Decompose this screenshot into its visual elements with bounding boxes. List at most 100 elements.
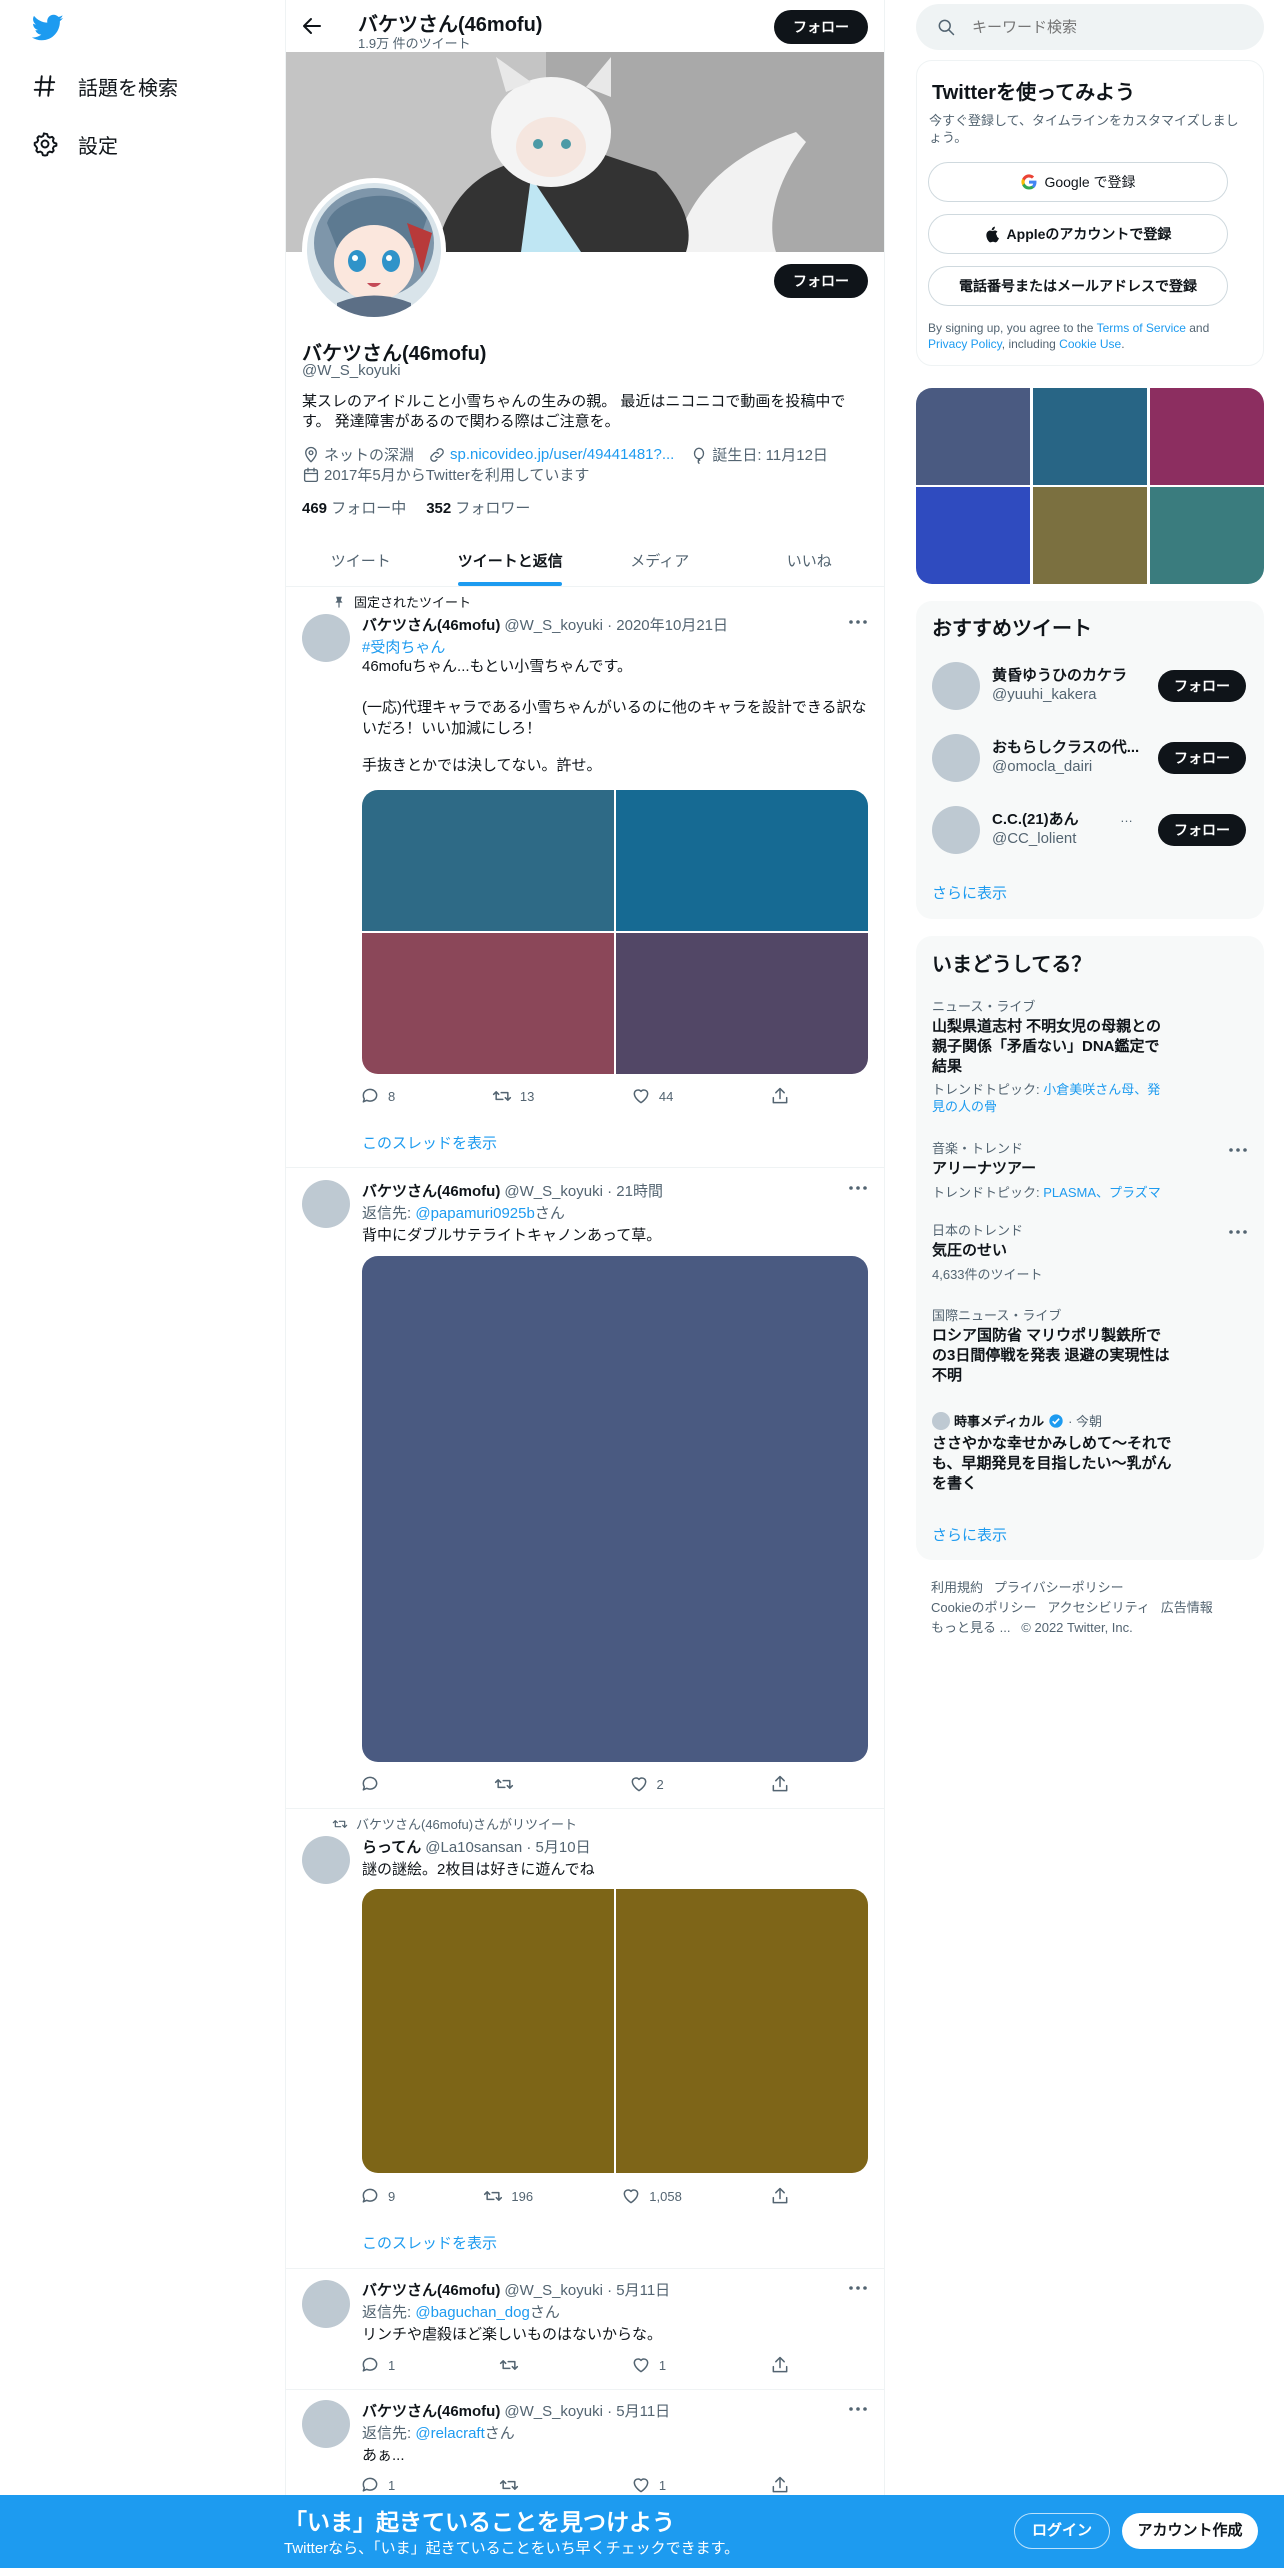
retweet-button[interactable] bbox=[499, 2355, 527, 2375]
profile-avatar[interactable] bbox=[302, 178, 446, 322]
profile-follow-button[interactable]: フォロー bbox=[774, 264, 868, 298]
like-button[interactable]: 1 bbox=[631, 2475, 666, 2495]
followers-link[interactable]: 352 フォロワー bbox=[426, 497, 530, 518]
avatar[interactable] bbox=[932, 734, 980, 782]
tweet-meta[interactable]: @W_S_koyuki · 21時間 bbox=[504, 1180, 663, 1201]
privacy-link[interactable]: Privacy Policy bbox=[928, 337, 1002, 351]
retweet-context-label[interactable]: バケツさん(46mofu)さんがリツイート bbox=[356, 1814, 577, 1833]
trend-item[interactable]: 音楽・トレンド アリーナツアー トレンドトピック: PLASMA、プラズマ bbox=[932, 1138, 1232, 1201]
share-button[interactable] bbox=[770, 1774, 790, 1794]
media-thumbnail[interactable] bbox=[1150, 388, 1264, 485]
tweet-meta[interactable]: @W_S_koyuki · 5月11日 bbox=[504, 2400, 670, 2421]
following-link[interactable]: 469 フォロー中 bbox=[302, 497, 406, 518]
profile-link[interactable]: sp.nicovideo.jp/user/49441481?... bbox=[450, 446, 674, 463]
apple-signup-button[interactable]: Appleのアカウントで登録 bbox=[928, 214, 1228, 254]
share-button[interactable] bbox=[770, 1086, 790, 1106]
tweet-avatar[interactable] bbox=[302, 2400, 350, 2448]
tab-media[interactable]: メディア bbox=[585, 534, 735, 586]
retweet-button[interactable] bbox=[499, 2475, 527, 2495]
search-box[interactable] bbox=[916, 4, 1264, 50]
tweet-author[interactable]: らってん bbox=[362, 1836, 421, 1857]
tweet-avatar[interactable] bbox=[302, 2280, 350, 2328]
login-button[interactable]: ログイン bbox=[1014, 2513, 1110, 2549]
reply-button[interactable] bbox=[360, 1774, 388, 1794]
trend-item[interactable]: 日本のトレンド 気圧のせい 4,633件のツイート bbox=[932, 1220, 1232, 1283]
reply-button[interactable]: 9 bbox=[360, 2186, 395, 2206]
footer-link[interactable]: 広告情報 bbox=[1161, 1600, 1213, 1615]
media-thumbnail[interactable] bbox=[916, 388, 1030, 485]
recommended-user[interactable]: C.C.(21)あん … @CC_lolient フォロー bbox=[932, 804, 1252, 856]
show-thread-link[interactable]: このスレッドを表示 bbox=[362, 2232, 497, 2253]
tweet-media-image[interactable] bbox=[362, 1256, 868, 1762]
footer-link[interactable]: プライバシーポリシー bbox=[994, 1580, 1124, 1595]
tweet-media-grid[interactable] bbox=[362, 1256, 868, 1762]
tweet-author[interactable]: バケツさん(46mofu) bbox=[362, 2279, 500, 2300]
like-button[interactable]: 1 bbox=[631, 2355, 666, 2375]
tweet-meta[interactable]: @W_S_koyuki · 2020年10月21日 bbox=[504, 614, 728, 635]
like-button[interactable]: 1,058 bbox=[621, 2186, 682, 2206]
tab-tweets[interactable]: ツイート bbox=[286, 534, 436, 586]
retweet-button[interactable]: 196 bbox=[483, 2186, 533, 2206]
reply-button[interactable]: 1 bbox=[360, 2355, 395, 2375]
trend-item[interactable]: 国際ニュース・ライブ ロシア国防省 マリウポリ製鉄所での3日間停戦を発表 退避の… bbox=[932, 1305, 1172, 1386]
like-button[interactable]: 44 bbox=[631, 1086, 673, 1106]
tweet-media-image[interactable] bbox=[362, 790, 614, 931]
search-input[interactable] bbox=[972, 18, 1232, 36]
trends-show-more[interactable]: さらに表示 bbox=[932, 1524, 1007, 1545]
trend-topic-link[interactable]: PLASMA、プラズマ bbox=[1043, 1185, 1160, 1200]
reply-button[interactable]: 1 bbox=[360, 2475, 395, 2495]
google-signup-button[interactable]: Google で登録 bbox=[928, 162, 1228, 202]
recommended-show-more[interactable]: さらに表示 bbox=[932, 882, 1007, 903]
header-follow-button[interactable]: フォロー bbox=[774, 10, 868, 44]
more-icon[interactable] bbox=[846, 1178, 870, 1202]
footer-link[interactable]: Cookieのポリシー bbox=[931, 1600, 1036, 1615]
tweet-meta[interactable]: @La10sansan · 5月10日 bbox=[425, 1836, 590, 1857]
follow-button[interactable]: フォロー bbox=[1158, 670, 1246, 702]
share-button[interactable] bbox=[770, 2355, 790, 2375]
recommended-user[interactable]: おもらしクラスの代... @omocla_dairi フォロー bbox=[932, 732, 1252, 784]
tweet-media-image[interactable] bbox=[362, 1889, 614, 2173]
media-thumbnail[interactable] bbox=[1033, 388, 1147, 485]
terms-link[interactable]: Terms of Service bbox=[1097, 321, 1186, 335]
retweet-button[interactable] bbox=[494, 1774, 522, 1794]
trend-item[interactable]: 時事メディカル · 今朝 ささやかな幸せかみしめて～それでも、早期発見を目指した… bbox=[932, 1411, 1172, 1494]
footer-link[interactable]: 利用規約 bbox=[931, 1580, 983, 1595]
tweet-media-image[interactable] bbox=[616, 933, 868, 1074]
more-icon[interactable] bbox=[1226, 1222, 1250, 1246]
show-thread-link[interactable]: このスレッドを表示 bbox=[362, 1132, 497, 1153]
tweet-author[interactable]: バケツさん(46mofu) bbox=[362, 1180, 500, 1201]
more-icon[interactable] bbox=[846, 612, 870, 636]
tweet-hashtag[interactable]: #受肉ちゃん bbox=[362, 636, 445, 657]
nav-explore[interactable]: 話題を検索 bbox=[32, 66, 178, 106]
reply-to-link[interactable]: @relacraft bbox=[415, 2425, 484, 2442]
reply-button[interactable]: 8 bbox=[360, 1086, 395, 1106]
tweet-avatar[interactable] bbox=[302, 1836, 350, 1884]
cookie-link[interactable]: Cookie Use bbox=[1059, 337, 1121, 351]
avatar[interactable] bbox=[932, 662, 980, 710]
share-button[interactable] bbox=[770, 2475, 790, 2495]
like-button[interactable]: 2 bbox=[629, 1774, 664, 1794]
create-account-button[interactable]: アカウント作成 bbox=[1122, 2513, 1258, 2549]
retweet-button[interactable]: 13 bbox=[492, 1086, 534, 1106]
tweet-author[interactable]: バケツさん(46mofu) bbox=[362, 2400, 500, 2421]
nav-settings[interactable]: 設定 bbox=[32, 124, 118, 164]
tweet-author[interactable]: バケツさん(46mofu) bbox=[362, 614, 500, 635]
more-icon[interactable] bbox=[846, 2399, 870, 2423]
follow-button[interactable]: フォロー bbox=[1158, 742, 1246, 774]
trend-item[interactable]: ニュース・ライブ 山梨県道志村 不明女児の母親との親子関係「矛盾ない」DNA鑑定… bbox=[932, 996, 1172, 1115]
reply-to-link[interactable]: @papamuri0925b bbox=[415, 1205, 534, 1222]
tab-likes[interactable]: いいね bbox=[735, 534, 885, 586]
phone-email-signup-button[interactable]: 電話番号またはメールアドレスで登録 bbox=[928, 266, 1228, 306]
tweet-avatar[interactable] bbox=[302, 614, 350, 662]
tweet-media-image[interactable] bbox=[616, 1889, 868, 2173]
tab-tweets-replies[interactable]: ツイートと返信 bbox=[436, 534, 586, 586]
twitter-logo-icon[interactable] bbox=[31, 14, 64, 42]
more-icon[interactable] bbox=[846, 2278, 870, 2302]
footer-link[interactable]: アクセシビリティ bbox=[1047, 1600, 1150, 1615]
recommended-user[interactable]: 黄昏ゆうひのカケラ @yuuhi_kakera フォロー bbox=[932, 660, 1252, 712]
more-icon[interactable] bbox=[1226, 1140, 1250, 1164]
footer-more-link[interactable]: もっと見る ... bbox=[931, 1620, 1010, 1635]
tweet-media-grid[interactable] bbox=[362, 790, 868, 1074]
media-thumbnail[interactable] bbox=[916, 487, 1030, 584]
tweet-media-image[interactable] bbox=[362, 933, 614, 1074]
